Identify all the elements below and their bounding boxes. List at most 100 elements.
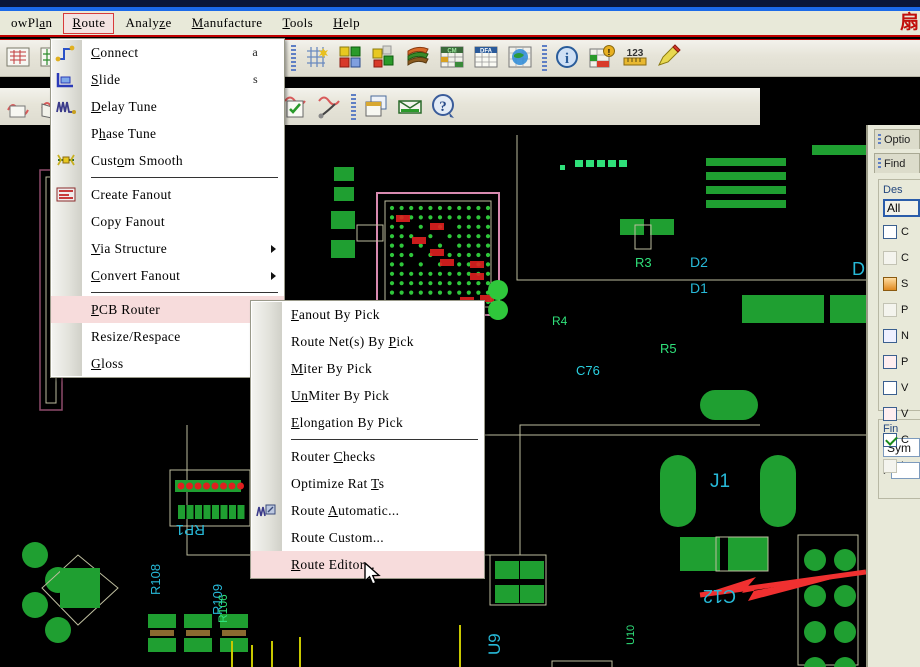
svg-text:123: 123 bbox=[627, 48, 644, 59]
refdes-label: D2 bbox=[690, 254, 708, 270]
menubar-item-owplan[interactable]: owPlan bbox=[2, 13, 61, 34]
checkbox-icon[interactable] bbox=[883, 251, 897, 265]
grip-icon bbox=[878, 133, 881, 146]
find-filter-label: V bbox=[901, 382, 909, 394]
checkbox-icon[interactable] bbox=[883, 459, 897, 473]
submenu-arrow-icon bbox=[271, 244, 276, 253]
pcb-router-submenu[interactable]: Fanout By Pick Route Net(s) By Pick Miter … bbox=[250, 300, 485, 579]
delay-tune-icon bbox=[55, 96, 77, 117]
submenu-arrow-icon bbox=[271, 271, 276, 280]
find-filter-label: N bbox=[901, 330, 909, 342]
find-filter-row[interactable]: P bbox=[883, 297, 920, 323]
table-alert-icon[interactable]: ! bbox=[587, 43, 617, 73]
route-automatic-icon bbox=[255, 500, 277, 521]
measure-123-icon[interactable]: 123 bbox=[621, 43, 651, 73]
checkbox-icon[interactable] bbox=[883, 381, 897, 395]
menu-item-label: Create Fanout bbox=[91, 186, 172, 202]
shape-add-icon[interactable] bbox=[4, 92, 34, 122]
menu-item-label: Via Structure bbox=[91, 240, 168, 256]
globe-grid-icon[interactable] bbox=[506, 43, 536, 73]
find-filter-row[interactable]: C bbox=[883, 245, 920, 271]
svg-text:!: ! bbox=[608, 48, 611, 57]
grid-sparkle-icon[interactable] bbox=[302, 43, 332, 73]
checkbox-icon[interactable] bbox=[883, 355, 897, 369]
info-icon[interactable]: i bbox=[553, 43, 583, 73]
menu-item-label: PCB Router bbox=[91, 301, 161, 317]
menu-item-label: Connect bbox=[91, 44, 139, 60]
refdes-label: R4 bbox=[552, 314, 568, 328]
menu-item-miter-by-pick[interactable]: Miter By Pick bbox=[251, 355, 484, 382]
menu-item-router-checks[interactable]: Router Checks bbox=[251, 443, 484, 470]
menubar-item-route[interactable]: Route bbox=[63, 12, 115, 34]
menu-item-route-net-s-by-pick[interactable]: Route Net(s) By Pick bbox=[251, 328, 484, 355]
menu-item-route-automatic[interactable]: Route Automatic... bbox=[251, 497, 484, 524]
menubar-item-help[interactable]: Help bbox=[324, 13, 369, 34]
menu-item-label: Delay Tune bbox=[91, 98, 158, 114]
menu-item-elongation-by-pick[interactable]: Elongation By Pick bbox=[251, 409, 484, 436]
constraint-squares-icon[interactable] bbox=[370, 43, 400, 73]
board-outline-icon[interactable] bbox=[4, 43, 34, 73]
checkbox-icon[interactable] bbox=[883, 407, 897, 421]
checkbox-icon[interactable] bbox=[883, 303, 897, 317]
find-filter-row[interactable]: V bbox=[883, 375, 920, 401]
menu-item-label: Router Checks bbox=[291, 448, 376, 464]
menu-item-label: Gloss bbox=[91, 355, 124, 371]
find-filter-label: P bbox=[901, 356, 909, 368]
create-fanout-icon bbox=[55, 184, 77, 205]
menu-item-optimize-rat-ts[interactable]: Optimize Rat Ts bbox=[251, 470, 484, 497]
find-filter-row[interactable]: N bbox=[883, 323, 920, 349]
copy-window-icon[interactable] bbox=[362, 92, 392, 122]
tab-find[interactable]: Find bbox=[874, 153, 920, 173]
checkbox-icon[interactable] bbox=[883, 433, 897, 447]
cm-table-icon[interactable]: CM bbox=[438, 43, 468, 73]
find-filter-row[interactable]: S bbox=[883, 271, 920, 297]
find-filter-row[interactable]: C bbox=[883, 219, 920, 245]
menu-item-connect[interactable]: Connect a bbox=[51, 39, 284, 66]
refdes-label: D1 bbox=[852, 259, 866, 279]
menu-item-label: Route Custom... bbox=[291, 529, 385, 545]
color-squares-icon[interactable] bbox=[336, 43, 366, 73]
menu-item-unmiter-by-pick[interactable]: UnMiter By Pick bbox=[251, 382, 484, 409]
layer-stack-icon[interactable] bbox=[404, 43, 434, 73]
find-filter-label: C bbox=[901, 226, 909, 238]
refdes-label: U9 bbox=[485, 633, 504, 655]
menu-item-delay-tune[interactable]: Delay Tune bbox=[51, 93, 284, 120]
menubar-item-analyze[interactable]: Analyze bbox=[116, 13, 180, 34]
right-dock-panel: Optio Find Des All CCSPNPVVCL Fin Sym › bbox=[866, 125, 920, 667]
menu-item-route-custom[interactable]: Route Custom... bbox=[251, 524, 484, 551]
refdes-label: D1 bbox=[690, 280, 708, 296]
svg-text:i: i bbox=[565, 51, 569, 67]
all-toggle-button[interactable]: All bbox=[883, 199, 920, 217]
menu-item-shortcut: a bbox=[252, 45, 258, 59]
tab-options[interactable]: Optio bbox=[874, 129, 920, 149]
menu-item-label: Elongation By Pick bbox=[291, 414, 404, 430]
menu-item-create-fanout[interactable]: Create Fanout bbox=[51, 181, 284, 208]
menubar-item-tools[interactable]: Tools bbox=[273, 13, 322, 34]
menu-item-slide[interactable]: Slide s bbox=[51, 66, 284, 93]
checkbox-icon[interactable] bbox=[883, 329, 897, 343]
menu-item-convert-fanout[interactable]: Convert Fanout bbox=[51, 262, 284, 289]
mail-icon[interactable] bbox=[396, 92, 426, 122]
find-filter-label: V bbox=[901, 408, 909, 420]
checkbox-icon[interactable] bbox=[883, 225, 897, 239]
menu-separator bbox=[91, 292, 278, 293]
menu-item-custom-smooth[interactable]: Custom Smooth bbox=[51, 147, 284, 174]
sim-check-icon[interactable] bbox=[281, 92, 311, 122]
menu-item-copy-fanout[interactable]: Copy Fanout bbox=[51, 208, 284, 235]
find-filter-row[interactable]: P bbox=[883, 349, 920, 375]
menu-item-label: Resize/Respace bbox=[91, 328, 181, 344]
dfa-table-icon[interactable]: DFA bbox=[472, 43, 502, 73]
menu-item-label: Route Automatic... bbox=[291, 502, 400, 518]
find-filter-label: C bbox=[901, 252, 909, 264]
help-question-icon[interactable]: ? bbox=[430, 92, 460, 122]
menu-item-phase-tune[interactable]: Phase Tune bbox=[51, 120, 284, 147]
toolbar-separator bbox=[291, 45, 296, 71]
menu-item-fanout-by-pick[interactable]: Fanout By Pick bbox=[251, 301, 484, 328]
menu-item-via-structure[interactable]: Via Structure bbox=[51, 235, 284, 262]
refdes-label: R108 bbox=[148, 564, 163, 595]
sim-probe-icon[interactable] bbox=[315, 92, 345, 122]
design-object-find-group: Des All CCSPNPVVCL bbox=[878, 179, 920, 473]
checkbox-icon[interactable] bbox=[883, 277, 897, 291]
highlight-pen-icon[interactable] bbox=[655, 43, 685, 73]
menubar-item-manufacture[interactable]: Manufacture bbox=[183, 13, 272, 34]
